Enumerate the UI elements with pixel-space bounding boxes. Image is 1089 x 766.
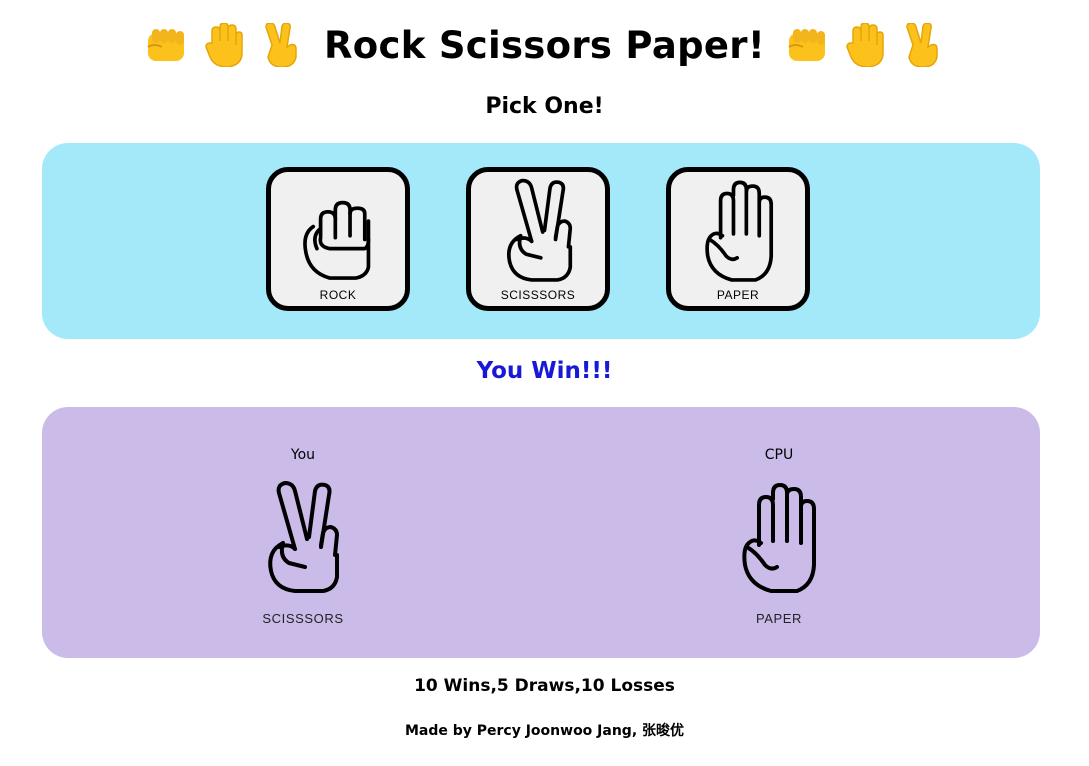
rock-hand-icon [303,200,371,280]
footer-credit: Made by Percy Joonwoo Jang, 张晙优 [404,723,685,739]
player-side: You SCISSSORS [213,407,393,658]
scissors-button[interactable]: SCISSSORS [466,167,610,311]
result-text: You Win!!! [476,358,613,384]
fist-emoji-icon [146,28,185,62]
scissors-label: SCISSSORS [500,288,576,302]
rock-label: ROCK [319,288,357,302]
victory-hand-emoji-icon [265,23,297,67]
choice-panel: ROCK SCISSSORS PAPER [42,143,1040,339]
page-title: Rock Scissors Paper! [323,23,765,67]
pick-heading: Pick One! [485,94,604,119]
victory-hand-emoji-icon [906,23,938,67]
title-emoji-right [785,23,945,67]
paper-label: PAPER [716,288,760,302]
player-label: You [290,447,316,463]
title-emoji-left [144,23,304,67]
score-summary: 10 Wins,5 Draws,10 Losses [414,676,675,696]
rock-button[interactable]: ROCK [266,167,410,311]
player-scissors-hand-icon [268,481,339,593]
player-move: SCISSSORS [262,611,344,626]
raised-hand-emoji-icon [846,23,884,67]
fist-emoji-icon [788,28,826,62]
cpu-paper-hand-icon [742,483,816,593]
paper-hand-icon [705,180,774,282]
title-row: Rock Scissors Paper! [0,18,1089,72]
cpu-label: CPU [764,447,794,463]
scissors-hand-icon [506,178,573,282]
match-panel: You SCISSSORS CPU PAPER [42,407,1040,658]
paper-button[interactable]: PAPER [666,167,810,311]
raised-hand-emoji-icon [205,23,243,67]
cpu-move: PAPER [755,611,803,626]
cpu-side: CPU PAPER [689,407,869,658]
